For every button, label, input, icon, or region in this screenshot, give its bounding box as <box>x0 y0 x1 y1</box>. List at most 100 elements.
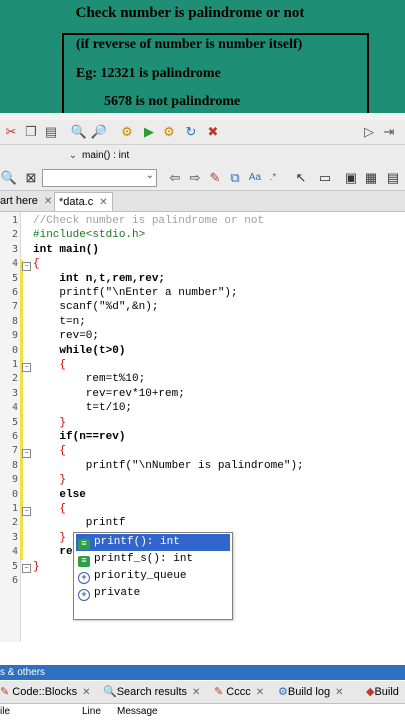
cut-icon[interactable]: ✂ <box>2 123 20 141</box>
editor-tabs: art here ✕ *data.c ✕ <box>0 191 405 212</box>
code-line[interactable]: printf("\nEnter a number"); <box>33 286 237 300</box>
code-line[interactable]: t=t/10; <box>33 401 132 415</box>
code-line[interactable]: #include<stdio.h> <box>33 228 145 242</box>
code-line[interactable]: } <box>33 560 40 574</box>
abort-icon[interactable]: ✖ <box>204 123 222 141</box>
column-header-line[interactable]: Line <box>82 704 101 720</box>
autocomplete-item[interactable]: + private <box>76 585 230 602</box>
fold-toggle[interactable]: − <box>22 564 31 573</box>
tab-build-log[interactable]: ⚙Build log ✕ <box>278 684 343 701</box>
debug-next-icon[interactable]: ▷ <box>360 123 378 141</box>
code-line[interactable]: re <box>33 545 72 559</box>
rectangle-icon[interactable]: ▭ <box>316 169 334 187</box>
tab-label: Search results <box>116 686 188 698</box>
autocomplete-item[interactable]: ≡ printf(): int <box>76 534 230 551</box>
line-number: 5 <box>11 416 18 428</box>
highlight-icon[interactable]: ✎ <box>206 169 224 187</box>
line-number: 0 <box>11 488 18 500</box>
code-line[interactable]: while(t>0) <box>33 344 125 358</box>
build-run-icon[interactable]: ⚙ <box>160 123 178 141</box>
code-line[interactable]: //Check number is palindrome or not <box>33 214 264 228</box>
code-line[interactable]: int main() <box>33 243 99 257</box>
code-line[interactable]: { <box>33 257 40 271</box>
code-line[interactable]: t=n; <box>33 315 85 329</box>
toggle-icon[interactable]: ▣ <box>342 169 360 187</box>
table-icon[interactable]: ▤ <box>384 169 402 187</box>
code-line[interactable]: if(n==rev) <box>33 430 125 444</box>
build-icon[interactable]: ⚙ <box>118 123 136 141</box>
line-number: 4 <box>11 258 18 270</box>
change-marker-bar <box>20 212 29 642</box>
tab-codeblocks[interactable]: ✎ Code::Blocks ✕ <box>0 684 90 701</box>
chevron-down-icon[interactable]: ⌄ <box>64 147 82 165</box>
code-line[interactable]: rem=t%10; <box>33 372 145 386</box>
logs-panel-header[interactable]: s & others <box>0 665 405 680</box>
function-scope-select[interactable]: main() : int <box>82 148 302 163</box>
code-line[interactable]: } <box>33 416 66 430</box>
paste-icon[interactable]: ▤ <box>42 123 60 141</box>
tab-start-here[interactable]: art here ✕ <box>0 192 56 210</box>
tab-data-c[interactable]: *data.c ✕ <box>54 192 113 211</box>
replace-icon[interactable]: 🔎 <box>90 123 108 141</box>
search-toolbar: 🔍 ⊠ ⌄ ⇦ ⇨ ✎ ⧉ Aa .* ↖ ▭ ▣ ▦ ▤ <box>0 167 405 191</box>
find-icon[interactable]: 🔍 <box>70 123 88 141</box>
back-icon[interactable]: ⇦ <box>166 169 184 187</box>
fold-toggle[interactable]: − <box>22 262 31 271</box>
line-number: 7 <box>11 301 18 313</box>
search-combo[interactable]: ⌄ <box>42 169 157 187</box>
close-icon[interactable]: ✕ <box>192 687 200 698</box>
code-line[interactable]: { <box>33 444 66 458</box>
code-line[interactable]: else <box>33 488 85 502</box>
run-icon[interactable]: ▶ <box>140 123 158 141</box>
tab-label: art here <box>0 195 38 207</box>
fold-toggle[interactable]: − <box>22 449 31 458</box>
close-icon[interactable]: ✕ <box>335 687 343 698</box>
column-header-message[interactable]: Message <box>117 704 158 720</box>
close-icon[interactable]: ✕ <box>256 687 264 698</box>
code-line[interactable]: int n,t,rem,rev; <box>33 272 165 286</box>
code-line[interactable]: scanf("%d",&n); <box>33 300 158 314</box>
tab-cccc[interactable]: ✎ Cccc ✕ <box>214 684 264 701</box>
code-line[interactable]: printf("\nNumber is palindrome"); <box>33 459 304 473</box>
close-icon[interactable]: ✕ <box>44 196 52 207</box>
note-icon: ✎ <box>0 686 10 698</box>
line-number: 5 <box>11 560 18 572</box>
menu-bar[interactable] <box>0 113 405 120</box>
code-line[interactable]: { <box>33 502 66 516</box>
banner-line-2: Eg: 12321 is palindrome <box>76 66 221 81</box>
fold-toggle[interactable]: − <box>22 507 31 516</box>
line-number: 1 <box>11 503 18 514</box>
debug-step-icon[interactable]: ⇥ <box>380 123 398 141</box>
cursor-icon[interactable]: ↖ <box>292 169 310 187</box>
regex-icon[interactable]: .* <box>264 169 282 187</box>
logs-tabs: ✎ Code::Blocks ✕ 🔍Search results ✕ ✎ Cccc ✕… <box>0 681 405 704</box>
rebuild-icon[interactable]: ↻ <box>182 123 200 141</box>
autocomplete-item[interactable]: + priority_queue <box>76 568 230 585</box>
block-icon[interactable]: ▦ <box>362 169 380 187</box>
autocomplete-item[interactable]: ≡ printf_s(): int <box>76 551 230 568</box>
tab-build-messages[interactable]: ◆Build <box>366 684 399 701</box>
main-toolbar: ✂ ❐ ▤ 🔍 🔎 ⚙ ▶ ⚙ ↻ ✖ ▷ ⇥ <box>0 120 405 145</box>
scope-toolbar: ⌄ main() : int <box>0 145 405 168</box>
column-header-file[interactable]: ile <box>0 704 10 720</box>
zoom-icon[interactable]: 🔍 <box>0 169 18 187</box>
close-icon[interactable]: ✕ <box>82 687 90 698</box>
banner-box: (if reverse of number is number itself) … <box>62 33 369 120</box>
code-line[interactable]: } <box>33 473 66 487</box>
close-icon[interactable]: ✕ <box>99 197 107 208</box>
code-line[interactable]: { <box>33 358 66 372</box>
fold-toggle[interactable]: − <box>22 363 31 372</box>
line-number: 9 <box>11 474 18 486</box>
code-line[interactable]: rev=rev*10+rem; <box>33 387 185 401</box>
tab-search-results[interactable]: 🔍Search results ✕ <box>103 684 200 701</box>
copy-icon[interactable]: ❐ <box>22 123 40 141</box>
line-number: 3 <box>11 387 18 399</box>
line-number: 9 <box>11 330 18 342</box>
code-line[interactable]: rev=0; <box>33 329 99 343</box>
code-line[interactable]: printf <box>33 516 126 530</box>
code-line[interactable]: } <box>33 531 66 545</box>
match-case-icon[interactable]: Aa <box>246 169 264 187</box>
clear-icon[interactable]: ⊠ <box>22 169 40 187</box>
selected-text-icon[interactable]: ⧉ <box>226 169 244 187</box>
forward-icon[interactable]: ⇨ <box>186 169 204 187</box>
